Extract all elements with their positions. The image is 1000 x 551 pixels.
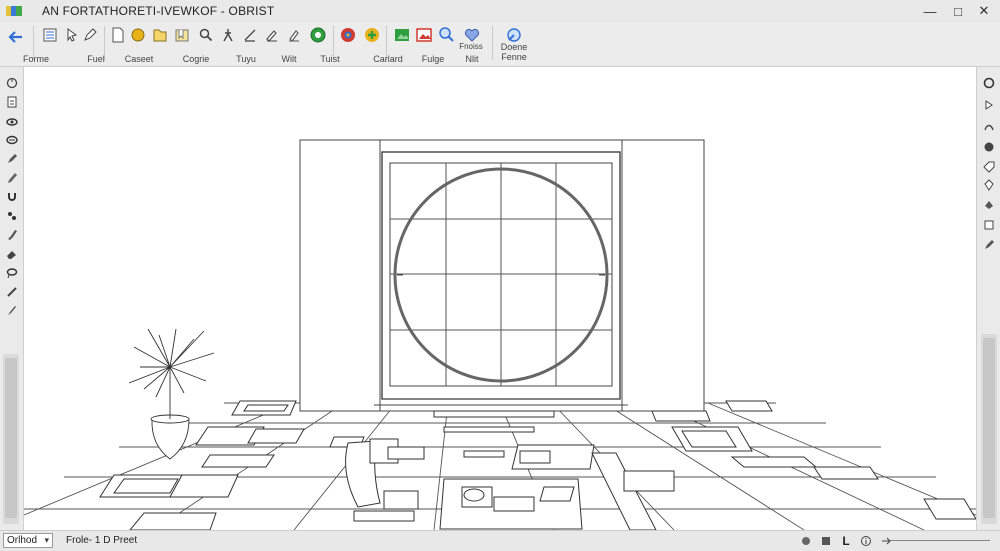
eye-icon[interactable]: [4, 114, 20, 130]
back-arrow-icon[interactable]: [6, 26, 26, 48]
pen-tool-icon[interactable]: [262, 24, 282, 46]
brush-icon[interactable]: [981, 237, 997, 253]
walk-icon[interactable]: [218, 24, 238, 46]
toolbar-group-label: Doene Fenne: [500, 42, 528, 62]
orbit-icon[interactable]: [4, 75, 20, 91]
view-icon[interactable]: [4, 132, 20, 148]
sphere-icon[interactable]: [981, 139, 997, 155]
toolbar-group-label: Fuel: [87, 54, 105, 64]
curve-icon[interactable]: [981, 119, 997, 135]
left-scrollbar[interactable]: [3, 354, 19, 524]
render-image-icon[interactable]: [414, 24, 434, 46]
view-mode-value: Orlhod: [7, 535, 38, 546]
pin-icon[interactable]: [981, 177, 997, 193]
search-document-icon[interactable]: [436, 24, 456, 46]
left-tool-rail: [0, 67, 24, 530]
fill-icon[interactable]: [981, 197, 997, 213]
snap-icon[interactable]: [798, 533, 814, 549]
scene-drawing: [24, 139, 976, 530]
left-wall-panel: [299, 139, 381, 412]
maximize-button[interactable]: □: [944, 2, 972, 20]
toolbar-group-label: Carlard: [373, 54, 403, 64]
toolbar-group-label: Fnoiss: [459, 42, 483, 51]
layers-icon[interactable]: [40, 24, 60, 46]
toolbar-group-label: Cogrie: [182, 54, 210, 64]
magnet-icon[interactable]: [4, 189, 20, 205]
sphere-icon[interactable]: [128, 24, 148, 46]
paint-icon[interactable]: [4, 227, 20, 243]
chevron-down-icon: ▾: [44, 535, 49, 545]
toolbar-group-label: Caseet: [124, 54, 154, 64]
lasso-icon[interactable]: [4, 265, 20, 281]
eraser-icon[interactable]: [4, 246, 20, 262]
right-scrollbar[interactable]: [981, 334, 997, 524]
scroll-thumb[interactable]: [5, 358, 17, 518]
toolbar-group-label: Tuyu: [236, 54, 256, 64]
pen-tool-icon[interactable]: [284, 24, 304, 46]
toolbar-group-label: Fulge: [421, 54, 445, 64]
title-bar: AN FORTATHORETI-IVEWKOF - OBRIST — □ ✕: [0, 0, 1000, 22]
pencil-icon[interactable]: [4, 170, 20, 186]
right-wall-panel: [621, 139, 705, 412]
scroll-thumb[interactable]: [983, 338, 995, 518]
toolbar-group-label: Forme: [22, 54, 50, 64]
new-document-icon[interactable]: [108, 24, 128, 46]
circle-icon[interactable]: [981, 75, 997, 91]
view-mode-select[interactable]: Orlhod ▾: [3, 533, 53, 548]
pointer-icon[interactable]: [62, 24, 82, 46]
minimize-button[interactable]: —: [916, 2, 944, 20]
panel-icon[interactable]: [981, 217, 997, 233]
window-title: AN FORTATHORETI-IVEWKOF - OBRIST: [42, 4, 275, 18]
line-tool-icon[interactable]: [240, 24, 260, 46]
knife-icon[interactable]: [4, 303, 20, 319]
toolbar-group-label: Nlit: [465, 54, 479, 64]
map-pin-icon[interactable]: [338, 24, 358, 46]
brush-icon[interactable]: [4, 151, 20, 167]
close-button[interactable]: ✕: [970, 2, 998, 20]
floor-objects: [99, 400, 976, 530]
drag-icon[interactable]: [981, 97, 997, 113]
right-tool-rail: [976, 67, 1000, 530]
steps-icon[interactable]: [4, 208, 20, 224]
app-logo-icon: [6, 6, 22, 16]
toolbar-group-label: Wilt: [281, 54, 297, 64]
status-text: Frole- 1 D Preet: [66, 535, 138, 546]
tag-icon[interactable]: [981, 159, 997, 175]
magnifier-icon[interactable]: [196, 24, 216, 46]
ruler-icon[interactable]: L: [838, 533, 854, 549]
arrow-icon[interactable]: [878, 533, 894, 549]
grid-icon[interactable]: [818, 533, 834, 549]
main-toolbar: Forme Fuel Caseet Cogrie Tuyu Wilt Tuist…: [0, 22, 1000, 67]
bookmark-icon[interactable]: [172, 24, 192, 46]
toolbar-group-label: Tuist: [320, 54, 340, 64]
pencil-icon[interactable]: [80, 24, 100, 46]
page-icon[interactable]: [4, 94, 20, 110]
drawing-canvas[interactable]: [24, 67, 976, 530]
folder-icon[interactable]: [150, 24, 170, 46]
measure-icon[interactable]: [4, 284, 20, 300]
globe-settings-icon[interactable]: [308, 24, 328, 46]
add-scene-icon[interactable]: [392, 24, 412, 46]
status-divider: [890, 540, 990, 541]
info-icon[interactable]: [858, 533, 874, 549]
emblem-icon[interactable]: [362, 24, 382, 46]
status-bar: Orlhod ▾ Frole- 1 D Preet L: [0, 530, 1000, 551]
